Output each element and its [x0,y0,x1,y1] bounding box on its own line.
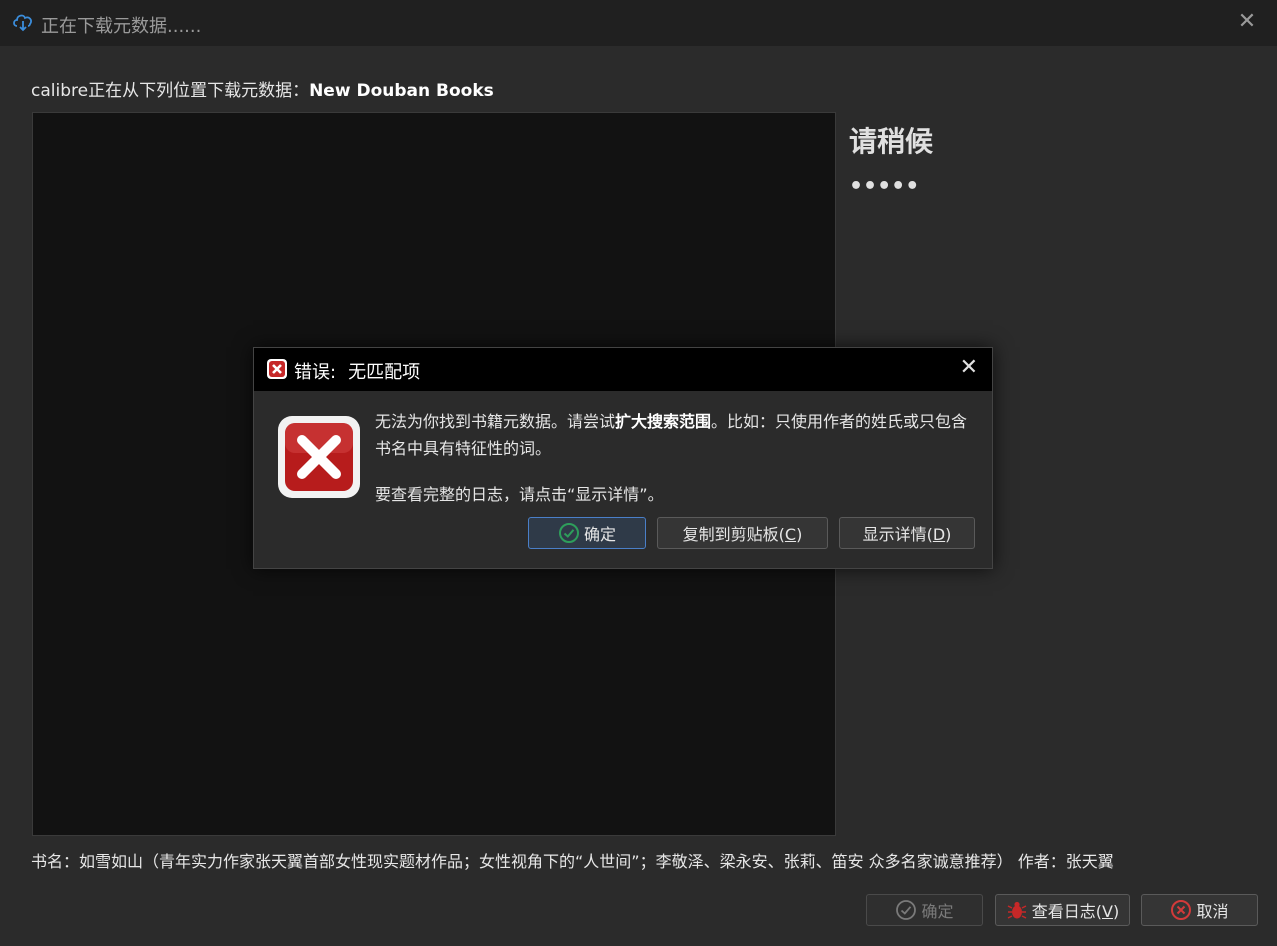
source-line: calibre正在从下列位置下载元数据：New Douban Books [31,76,494,101]
ok-button[interactable]: 确定 [866,894,983,926]
cancel-circle-icon [1171,900,1192,920]
ok-button-label: 确定 [921,902,954,921]
details-label: 显示详情(D) [862,525,952,544]
window-title: 正在下载元数据...... [41,16,202,37]
error-small-icon [267,359,287,379]
check-circle-icon [558,523,579,543]
view-log-button[interactable]: 查看日志(V) [995,894,1130,926]
book-info: 书名：如雪如山（青年实力作家张天翼首部女性现实题材作品；女性视角下的“人世间”；… [31,852,1114,871]
error-dialog-title: 错误: 无匹配项 [294,362,421,383]
source-prefix: calibre正在从下列位置下载元数据： [31,81,310,101]
dialog-ok-button[interactable]: 确定 [528,517,646,549]
cloud-download-icon [13,14,32,32]
status-title: 请稍候 [849,125,934,158]
bug-icon [1007,901,1027,919]
error-log-hint: 要查看完整的日志，请点击“显示详情”。 [375,485,664,504]
copy-to-clipboard-button[interactable]: 复制到剪贴板(C) [657,517,828,549]
cancel-button[interactable]: 取消 [1141,894,1258,926]
view-log-button-label: 查看日志(V) [1031,902,1120,921]
dialog-ok-label: 确定 [583,525,616,544]
error-dialog-titlebar: 错误: 无匹配项 ✕ [254,348,992,391]
copy-label: 复制到剪贴板(C) [682,525,803,544]
status-dots: ••••• [849,174,920,199]
window-titlebar: 正在下载元数据...... ✕ [0,0,1277,46]
source-name: New Douban Books [309,81,494,101]
cancel-button-label: 取消 [1196,902,1229,921]
show-details-button[interactable]: 显示详情(D) [839,517,975,549]
check-circle-icon [896,900,917,920]
window-close-button[interactable]: ✕ [1235,10,1259,34]
error-dialog-close-button[interactable]: ✕ [960,356,978,380]
error-message: 无法为你找到书籍元数据。请尝试扩大搜索范围。比如：只使用作者的姓氏或只包含书名中… [375,412,968,458]
error-dialog: 错误: 无匹配项 ✕ 无法为你找到书籍元数据。请尝试扩大搜索范围。比如：只使用作者… [253,347,993,569]
error-large-icon [278,416,360,498]
